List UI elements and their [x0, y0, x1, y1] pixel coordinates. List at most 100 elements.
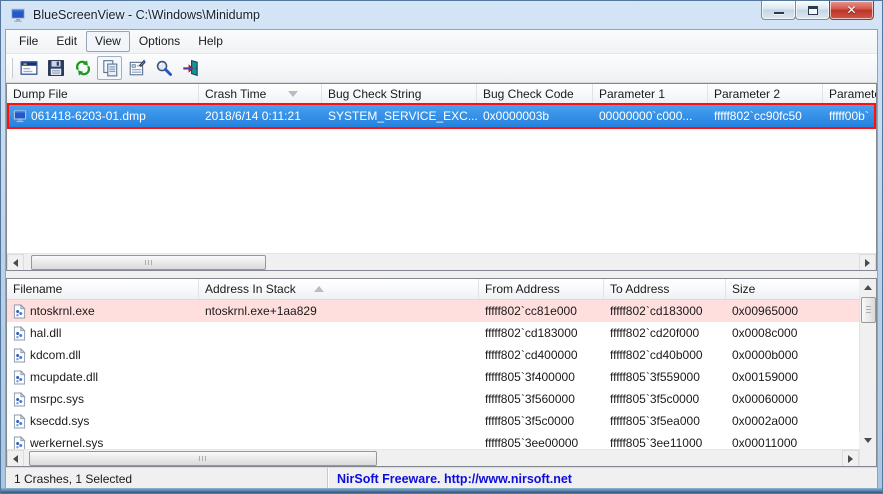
column-header-size[interactable]: Size	[726, 279, 859, 299]
driver-row[interactable]: mcupdate.dll fffff805`3f400000 fffff805`…	[7, 366, 859, 388]
minidump-file-icon	[13, 109, 27, 123]
hscroll-thumb[interactable]	[29, 451, 377, 466]
menu-view[interactable]: View	[86, 31, 130, 52]
driver-row[interactable]: hal.dll fffff802`cd183000 fffff802`cd20f…	[7, 322, 859, 344]
column-header-from-address[interactable]: From Address	[479, 279, 604, 299]
nirsoft-website-link[interactable]: NirSoft Freeware. http://www.nirsoft.net	[337, 472, 572, 486]
close-icon: ✕	[846, 4, 856, 16]
driver-row[interactable]: werkernel.sys fffff805`3ee00000 fffff805…	[7, 432, 859, 449]
maximize-icon	[808, 6, 818, 15]
address-in-stack-value	[199, 410, 479, 432]
minimize-icon	[774, 12, 784, 15]
column-header-parameter-2[interactable]: Parameter 2	[708, 84, 823, 104]
size-value: 0x00060000	[726, 388, 859, 410]
address-in-stack-value	[199, 388, 479, 410]
toolbar	[6, 54, 877, 83]
scroll-up-button[interactable]	[859, 279, 876, 296]
exit-door-icon	[182, 59, 200, 77]
driver-file-icon	[13, 348, 26, 363]
scroll-down-button[interactable]	[859, 432, 876, 449]
driver-list-body: ntoskrnl.exe ntoskrnl.exe+1aa829 fffff80…	[7, 300, 859, 449]
vscroll-thumb[interactable]	[861, 297, 876, 323]
column-header-dump-file[interactable]: Dump File	[7, 84, 199, 104]
caption-buttons: ✕	[762, 1, 874, 20]
address-in-stack-value	[199, 344, 479, 366]
driver-file-icon	[13, 326, 26, 341]
status-bar: 1 Crashes, 1 Selected NirSoft Freeware. …	[6, 467, 877, 490]
copy-button[interactable]	[97, 56, 122, 80]
hscroll-thumb[interactable]	[31, 255, 266, 270]
scroll-left-button[interactable]	[7, 254, 24, 271]
driver-row[interactable]: ksecdd.sys fffff805`3f5c0000 fffff805`3f…	[7, 410, 859, 432]
copy-icon	[101, 59, 119, 77]
from-address-value: fffff802`cc81e000	[479, 300, 604, 322]
column-header-parameter-1[interactable]: Parameter 1	[593, 84, 708, 104]
address-in-stack-value	[199, 366, 479, 388]
column-header-to-address[interactable]: To Address	[604, 279, 726, 299]
client-area: File Edit View Options Help	[5, 29, 878, 488]
driver-list-hscrollbar[interactable]	[7, 449, 859, 466]
title-bar[interactable]: BlueScreenView - C:\Windows\Minidump ✕	[1, 1, 882, 29]
scroll-right-button[interactable]	[859, 254, 876, 271]
dump-file-name: 061418-6203-01.dmp	[31, 109, 146, 123]
column-header-address-in-stack[interactable]: Address In Stack	[199, 279, 479, 299]
crash-row-selected[interactable]: 061418-6203-01.dmp 2018/6/14 0:11:21 SYS…	[7, 105, 876, 127]
column-header-bug-check-code[interactable]: Bug Check Code	[477, 84, 593, 104]
menu-edit[interactable]: Edit	[47, 31, 86, 52]
minimize-button[interactable]	[761, 1, 796, 20]
from-address-value: fffff805`3ee00000	[479, 432, 604, 449]
status-crash-count: 1 Crashes, 1 Selected	[6, 468, 328, 490]
driver-file-icon	[13, 414, 26, 429]
driver-row[interactable]: kdcom.dll fffff802`cd400000 fffff802`cd4…	[7, 344, 859, 366]
menu-file[interactable]: File	[10, 31, 47, 52]
column-header-filename[interactable]: Filename	[7, 279, 199, 299]
column-header-parameter-3[interactable]: Parameter 3	[823, 84, 876, 104]
window-icon	[20, 59, 38, 77]
size-value: 0x00159000	[726, 366, 859, 388]
from-address-value: fffff802`cd400000	[479, 344, 604, 366]
driver-filename: werkernel.sys	[30, 436, 103, 449]
crash-list-header: Dump File Crash Time Bug Check String Bu…	[7, 84, 876, 105]
parameter-2-value: fffff802`cc90fc50	[708, 105, 823, 127]
crash-list-panel: Dump File Crash Time Bug Check String Bu…	[6, 83, 877, 271]
to-address-value: fffff805`3f5c0000	[604, 388, 726, 410]
blue-screen-monitor-icon[interactable]	[10, 7, 26, 23]
driver-filename: hal.dll	[30, 326, 61, 340]
sort-ascending-icon	[314, 286, 324, 292]
crash-list-hscrollbar[interactable]	[7, 253, 876, 270]
toolbar-grip	[10, 58, 13, 78]
column-header-crash-time[interactable]: Crash Time	[199, 84, 322, 104]
scroll-left-button[interactable]	[7, 450, 24, 467]
floppy-icon	[47, 59, 65, 77]
exit-button[interactable]	[178, 56, 203, 80]
size-value: 0x0008c000	[726, 322, 859, 344]
to-address-value: fffff802`cd20f000	[604, 322, 726, 344]
advanced-options-button[interactable]	[16, 56, 41, 80]
driver-list-vscrollbar[interactable]	[859, 279, 876, 449]
menu-bar: File Edit View Options Help	[6, 30, 877, 54]
crash-time-value: 2018/6/14 0:11:21	[199, 105, 322, 127]
address-in-stack-value	[199, 432, 479, 449]
refresh-button[interactable]	[70, 56, 95, 80]
from-address-value: fffff805`3f400000	[479, 366, 604, 388]
column-header-bug-check-string[interactable]: Bug Check String	[322, 84, 477, 104]
save-button[interactable]	[43, 56, 68, 80]
menu-options[interactable]: Options	[130, 31, 189, 52]
arrow-right-icon	[848, 455, 853, 463]
refresh-icon	[74, 59, 92, 77]
driver-row[interactable]: ntoskrnl.exe ntoskrnl.exe+1aa829 fffff80…	[7, 300, 859, 322]
bluescreenview-window: BlueScreenView - C:\Windows\Minidump ✕ F…	[0, 0, 883, 494]
maximize-button[interactable]	[795, 1, 830, 20]
menu-help[interactable]: Help	[189, 31, 232, 52]
size-value: 0x0000b000	[726, 344, 859, 366]
close-button[interactable]: ✕	[829, 1, 874, 20]
find-button[interactable]	[151, 56, 176, 80]
driver-row[interactable]: msrpc.sys fffff805`3f560000 fffff805`3f5…	[7, 388, 859, 410]
address-in-stack-value	[199, 322, 479, 344]
driver-filename: mcupdate.dll	[30, 370, 98, 384]
sort-descending-icon	[288, 91, 298, 97]
scroll-right-button[interactable]	[842, 450, 859, 467]
properties-button[interactable]	[124, 56, 149, 80]
driver-filename: kdcom.dll	[30, 348, 81, 362]
to-address-value: fffff805`3f5ea000	[604, 410, 726, 432]
